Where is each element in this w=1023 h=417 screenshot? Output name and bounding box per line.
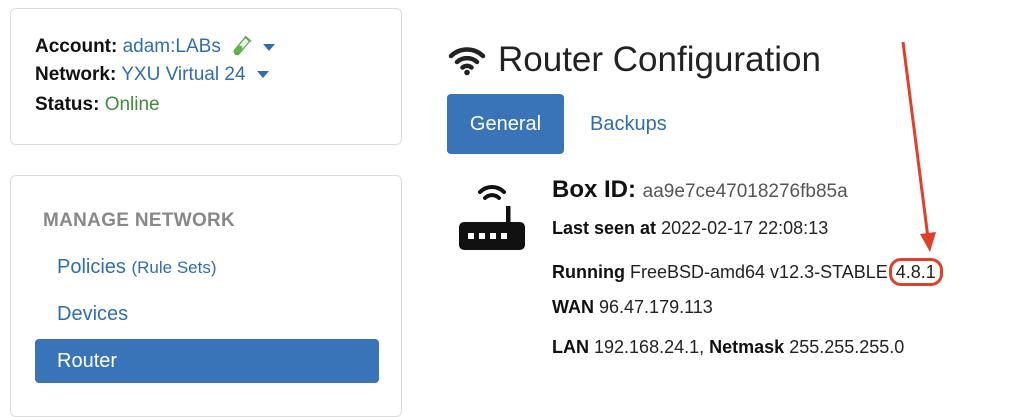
chevron-down-icon (256, 71, 269, 79)
status-label: Status: (35, 94, 100, 115)
tab-backups[interactable]: Backups (568, 94, 689, 154)
lan-label: LAN (552, 337, 589, 357)
status-row: Status: Online (35, 93, 160, 117)
test-tube-icon (233, 35, 252, 56)
account-panel: Account: adam:LABs Network: YXU Virtual … (10, 8, 402, 145)
network-row: Network: YXU Virtual 24 (35, 63, 269, 87)
lan-value: 192.168.24.1, (594, 337, 705, 357)
network-label: Network: (35, 64, 117, 85)
nav-item-label: Router (57, 350, 118, 372)
router-icon (459, 185, 525, 250)
wan-row: WAN 96.47.179.113 (552, 297, 713, 318)
account-value: adam:LABs (122, 36, 221, 58)
netmask-value: 255.255.255.0 (789, 337, 905, 357)
version-badge: 4.8.1 (888, 258, 943, 286)
account-dropdown[interactable]: adam:LABs (122, 35, 276, 58)
wan-label: WAN (552, 297, 594, 317)
nav-item-policies[interactable]: Policies (Rule Sets) (35, 245, 379, 289)
nav-item-label: Policies (57, 256, 126, 278)
last-seen-row: Last seen at 2022-02-17 22:08:13 (552, 218, 828, 239)
nav-item-router[interactable]: Router (35, 339, 379, 383)
box-id-value: aa9e7ce47018276fb85a (642, 181, 848, 202)
last-seen-value: 2022-02-17 22:08:13 (661, 218, 829, 238)
page-title: Router Configuration (498, 40, 821, 79)
running-label: Running (552, 262, 625, 282)
wan-value: 96.47.179.113 (599, 297, 713, 317)
account-label: Account: (35, 36, 118, 58)
manage-network-panel: MANAGE NETWORK Policies (Rule Sets) Devi… (10, 175, 402, 417)
tab-general[interactable]: General (447, 94, 564, 154)
nav-item-label: Devices (57, 303, 129, 325)
account-row: Account: adam:LABs (35, 35, 276, 59)
running-value: FreeBSD-amd64 v12.3-STABLE (630, 262, 888, 282)
nav-item-sublabel: (Rule Sets) (131, 258, 217, 277)
lan-row: LAN 192.168.24.1, Netmask 255.255.255.0 (552, 337, 904, 358)
box-id-label: Box ID: (552, 176, 636, 203)
last-seen-label: Last seen at (552, 218, 657, 238)
box-id-row: Box ID: aa9e7ce47018276fb85a (552, 176, 848, 204)
wifi-icon (448, 47, 486, 76)
nav-heading: MANAGE NETWORK (43, 210, 236, 231)
network-value: YXU Virtual 24 (121, 64, 246, 85)
running-row: Running FreeBSD-amd64 v12.3-STABLE 4.8.1 (552, 258, 943, 286)
netmask-label: Netmask (709, 337, 785, 357)
nav-item-devices[interactable]: Devices (35, 292, 379, 336)
network-dropdown[interactable]: YXU Virtual 24 (121, 64, 269, 85)
status-value: Online (104, 94, 160, 115)
chevron-down-icon (263, 43, 276, 51)
